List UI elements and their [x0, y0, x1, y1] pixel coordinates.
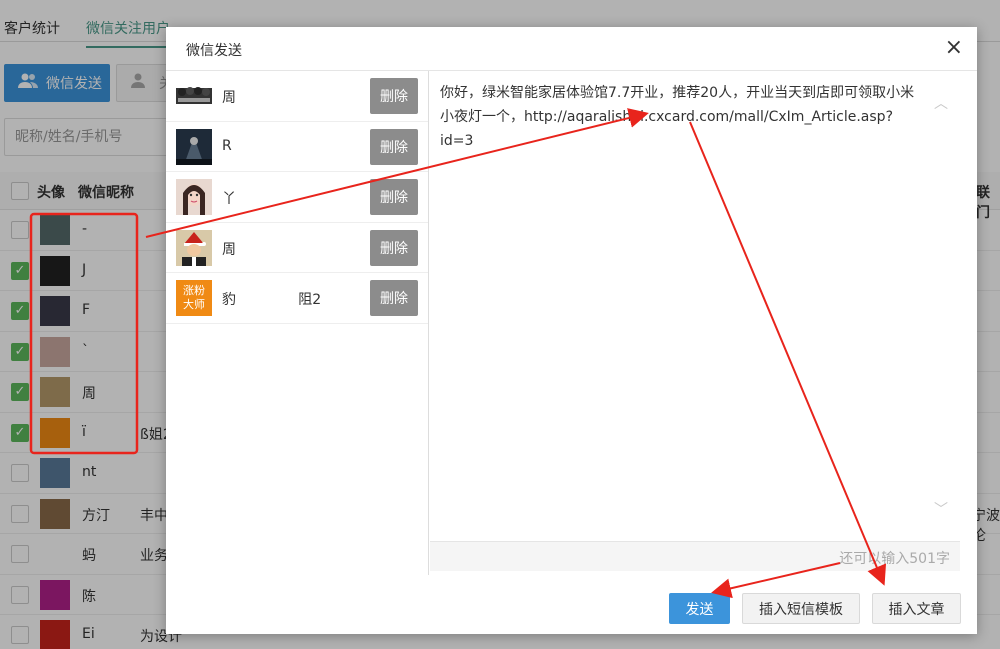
char-counter-bar: 还可以输入501字 [430, 541, 960, 571]
delete-button[interactable]: 删除 [370, 179, 418, 215]
avatar [176, 128, 212, 165]
avatar-logo-text-1: 涨粉 [183, 284, 205, 297]
recipient-item: 周 删除 [166, 71, 428, 122]
avatar [176, 179, 212, 215]
recipient-list: 周 删除 R 删除 丫 删除 周 删除 涨粉 大师 豹 阻2 删除 [166, 71, 429, 575]
recipient-item: 周 删除 [166, 223, 428, 273]
avatar [176, 78, 212, 114]
recipient-name: R [222, 137, 232, 154]
char-counter: 还可以输入501字 [839, 551, 950, 567]
recipient-name: 豹 阻2 [222, 292, 322, 308]
recipient-item: 丫 删除 [166, 172, 428, 223]
dialog-title: 微信发送 [186, 43, 242, 59]
recipient-item: R 删除 [166, 122, 428, 172]
delete-button[interactable]: 删除 [370, 229, 418, 266]
avatar-logo-text-2: 大师 [183, 298, 205, 311]
recipient-name: 周 [222, 90, 236, 106]
send-button[interactable]: 发送 [669, 593, 730, 624]
delete-button[interactable]: 删除 [370, 280, 418, 316]
close-icon[interactable]: × [945, 36, 963, 60]
wechat-send-dialog: 微信发送 × 周 删除 R 删除 丫 删除 周 删除 涨粉 大师 豹 阻2 删除… [166, 27, 977, 634]
message-textarea[interactable]: 你好，绿米智能家居体验馆7.7开业，推荐20人，开业当天到店即可领取小米小夜灯一… [430, 71, 960, 541]
recipient-name: 丫 [222, 191, 236, 207]
recipient-item: 涨粉 大师 豹 阻2 删除 [166, 273, 428, 324]
avatar: 涨粉 大师 [176, 280, 212, 316]
avatar [176, 229, 212, 266]
delete-button[interactable]: 删除 [370, 128, 418, 165]
insert-sms-template-button[interactable]: 插入短信模板 [742, 593, 860, 624]
chevron-up-icon[interactable]: ︿ [934, 93, 948, 112]
chevron-down-icon[interactable]: ﹀ [934, 499, 948, 518]
delete-button[interactable]: 删除 [370, 78, 418, 114]
insert-article-button[interactable]: 插入文章 [872, 593, 961, 624]
recipient-name: 周 [222, 241, 236, 258]
dialog-header: 微信发送 × [166, 27, 977, 71]
